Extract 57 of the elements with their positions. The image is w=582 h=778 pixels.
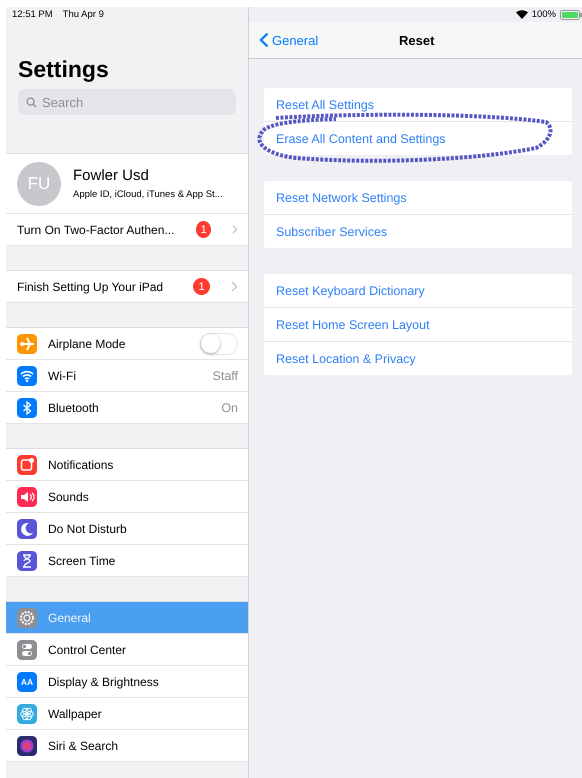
airplane-toggle[interactable] — [200, 332, 238, 354]
row-label: Airplane Mode — [48, 336, 126, 350]
row-label: Do Not Disturb — [48, 522, 127, 536]
row-label: Sounds — [48, 490, 89, 504]
reset-option[interactable]: Reset All Settings — [264, 88, 572, 122]
battery-icon — [560, 10, 582, 20]
avatar: FU — [17, 162, 61, 206]
search-field[interactable]: Search — [18, 89, 236, 115]
settings-row[interactable]: Sounds — [6, 481, 248, 513]
chevron-icon — [232, 224, 238, 235]
notification-badge: 1 — [196, 221, 211, 238]
row-label: Bluetooth — [48, 400, 99, 414]
settings-row[interactable]: Screen Time — [6, 545, 248, 577]
row-label: Siri & Search — [48, 738, 118, 752]
settings-row[interactable]: Control Center — [6, 634, 248, 666]
settings-row[interactable]: Notifications — [6, 449, 248, 481]
settings-row[interactable]: Turn On Two-Factor Authen... 1 — [6, 214, 248, 246]
nav-title: Reset — [399, 32, 434, 48]
row-label: Screen Time — [48, 554, 116, 568]
back-button[interactable]: General — [249, 32, 318, 48]
row-label: Notifications — [48, 458, 114, 472]
battery-percent: 100% — [532, 9, 556, 20]
reset-option[interactable]: Subscriber Services — [264, 215, 572, 248]
wifi-icon — [516, 10, 528, 19]
row-value: On — [221, 400, 238, 414]
display-icon-text: AA — [20, 676, 34, 686]
reset-option[interactable]: Erase All Content and Settings — [264, 122, 572, 155]
settings-row[interactable]: Wi-Fi Staff — [6, 360, 248, 392]
settings-row[interactable]: Finish Setting Up Your iPad 1 — [6, 271, 248, 303]
reset-option[interactable]: Reset Location & Privacy — [264, 342, 572, 375]
row-label: Display & Brightness — [48, 674, 159, 688]
profile-name: Fowler Usd — [73, 167, 150, 184]
row-label: Finish Setting Up Your iPad — [17, 280, 164, 294]
reset-option[interactable]: Reset Network Settings — [264, 181, 572, 215]
reset-option[interactable]: Reset Keyboard Dictionary — [264, 274, 572, 308]
search-icon — [26, 97, 37, 108]
row-label: Turn On Two-Factor Authen... — [17, 222, 174, 236]
settings-row[interactable]: Wallpaper — [6, 698, 248, 730]
profile-row[interactable]: FU Fowler Usd Apple ID, iCloud, iTunes & App St... — [6, 154, 248, 214]
row-label: Wallpaper — [48, 706, 102, 720]
notification-badge: 1 — [193, 278, 210, 295]
settings-row[interactable]: Airplane Mode — [6, 328, 248, 360]
settings-row[interactable]: Do Not Disturb — [6, 513, 248, 545]
settings-row[interactable]: AA Display & Brightness — [6, 666, 248, 698]
settings-row[interactable]: Siri & Search — [6, 730, 248, 762]
chevron-icon — [231, 281, 238, 292]
sidebar-title: Settings — [18, 56, 110, 83]
profile-subtitle: Apple ID, iCloud, iTunes & App St... — [73, 189, 223, 200]
row-label: Wi-Fi — [48, 368, 76, 382]
status-time: 12:51 PM — [12, 9, 53, 20]
settings-row[interactable]: Bluetooth On — [6, 392, 248, 424]
reset-option[interactable]: Reset Home Screen Layout — [264, 308, 572, 342]
row-label: General — [48, 610, 91, 624]
back-chevron-icon — [259, 32, 269, 48]
row-value: Staff — [212, 368, 238, 382]
row-label: Control Center — [48, 642, 126, 656]
status-date: Thu Apr 9 — [62, 9, 104, 20]
